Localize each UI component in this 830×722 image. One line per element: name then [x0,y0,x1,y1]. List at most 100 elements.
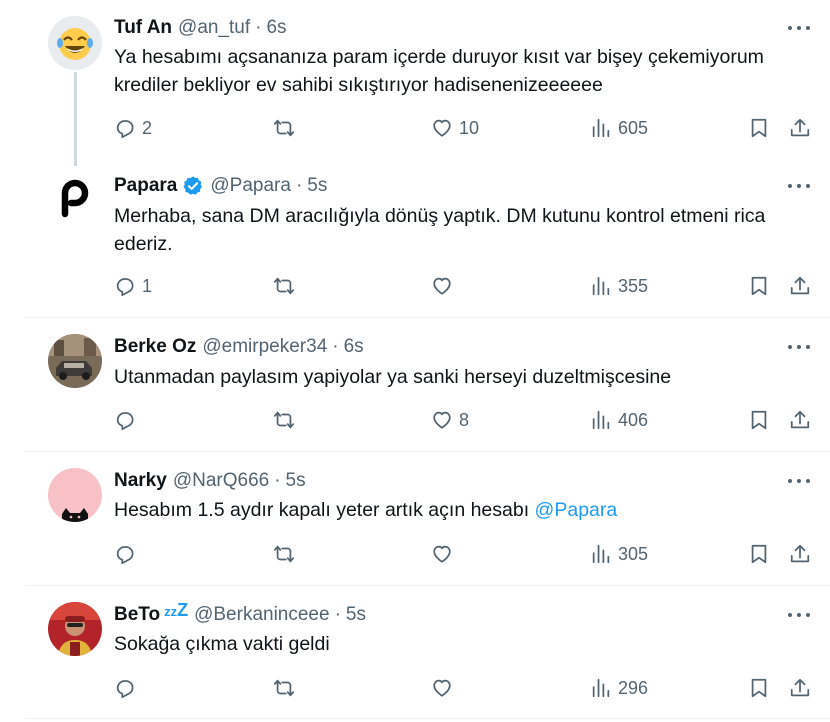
user-handle[interactable]: @Papara [210,175,291,197]
tweet-header: Berke Oz @emirpeker34 · 6s [114,335,364,359]
bookmark-button[interactable] [748,271,770,301]
like-count: 8 [459,409,470,430]
user-avatar[interactable] [48,334,102,388]
more-dots-icon [788,613,792,617]
pink-cat-icon [48,468,102,522]
views-button[interactable]: 355 [590,271,648,301]
bookmark-icon [751,410,767,430]
more-options-button[interactable] [788,182,810,190]
timestamp[interactable]: 5s [286,470,306,492]
views-chart-icon [592,678,610,698]
separator-dot: · [332,336,339,357]
mention-link[interactable]: @Papara [535,499,618,521]
view-count: 406 [618,409,649,430]
user-handle[interactable]: @Berkaninceee [194,604,329,626]
bookmark-icon [751,118,767,138]
share-button[interactable] [789,539,811,569]
reply-button[interactable]: 1 [114,271,152,301]
heart-icon [433,277,451,295]
display-name[interactable]: Narky [114,470,167,492]
like-button[interactable] [431,271,459,301]
bookmark-icon [751,678,767,698]
reply-icon [116,412,134,431]
tweet-text: Hesabım 1.5 aydır kapalı yeter artık açı… [114,496,814,524]
more-options-button[interactable] [788,343,810,351]
reply-button[interactable] [114,539,142,569]
views-button[interactable]: 605 [590,113,648,143]
tweet[interactable]: Narky @NarQ666 · 5s Hesabım 1.5 aydır ka… [0,452,830,585]
retweet-button[interactable] [273,539,301,569]
share-button[interactable] [789,673,811,703]
like-button[interactable]: 10 [431,113,479,143]
display-name[interactable]: BeTo [114,604,160,626]
reply-icon [116,546,134,565]
like-button[interactable]: 8 [431,405,469,435]
tweet-text-body: Hesabım 1.5 aydır kapalı yeter artık açı… [114,499,535,521]
views-button[interactable]: 296 [590,673,648,703]
user-handle[interactable]: @emirpeker34 [202,336,327,358]
bookmark-button[interactable] [748,673,770,703]
user-avatar[interactable] [48,174,102,228]
like-button[interactable] [431,539,459,569]
tweet[interactable]: Papara @Papara · 5s Merhaba, sana DM ara… [0,160,830,317]
tweet-actions: 296 [0,673,830,703]
retweet-button[interactable] [273,113,301,143]
more-options-button[interactable] [788,477,810,485]
retweet-button[interactable] [273,405,301,435]
user-handle[interactable]: @NarQ666 [173,470,269,492]
display-name[interactable]: Berke Oz [114,336,196,358]
display-name[interactable]: Papara [114,175,177,197]
more-dots-icon [788,345,792,349]
timestamp[interactable]: 6s [344,336,364,358]
share-button[interactable] [789,113,811,143]
bookmark-button[interactable] [748,405,770,435]
view-count: 305 [618,543,649,564]
reply-count: 2 [142,117,153,138]
tweet-header: Narky @NarQ666 · 5s [114,469,306,493]
timestamp[interactable]: 5s [307,175,327,197]
user-avatar[interactable] [48,16,102,70]
heart-icon [433,545,451,563]
retweet-button[interactable] [273,673,301,703]
more-options-button[interactable] [788,611,810,619]
views-button[interactable]: 406 [590,405,648,435]
like-button[interactable] [431,673,459,703]
tweet-actions: 2 10 605 [0,113,830,143]
views-button[interactable]: 305 [590,539,648,569]
bookmark-icon [751,544,767,564]
bookmark-icon [751,276,767,296]
person-photo-icon [48,602,102,656]
bookmark-button[interactable] [748,539,770,569]
user-handle[interactable]: @an_tuf [178,17,250,39]
share-icon [790,544,810,563]
share-button[interactable] [789,271,811,301]
tweet-header: Tuf An @an_tuf · 6s [114,16,287,40]
display-name[interactable]: Tuf An [114,17,172,39]
tweet[interactable]: Tuf An @an_tuf · 6s Ya hesabımı açsananı… [0,0,830,166]
reply-button[interactable] [114,405,142,435]
timestamp[interactable]: 6s [266,17,286,39]
tweet-actions: 8 406 [0,405,830,435]
views-chart-icon [592,276,610,296]
tweet[interactable]: BeTo zzZ @Berkaninceee · 5s Sokağa çıkma… [0,586,830,722]
separator-dot: · [255,17,262,38]
more-options-button[interactable] [788,24,810,32]
bookmark-button[interactable] [748,113,770,143]
reply-button[interactable] [114,673,142,703]
share-button[interactable] [789,405,811,435]
timestamp[interactable]: 5s [346,604,366,626]
reply-button[interactable]: 2 [114,113,152,143]
reply-icon [116,680,134,699]
separator-dot: · [274,470,281,491]
retweet-button[interactable] [273,271,301,301]
user-avatar[interactable] [48,602,102,656]
user-avatar[interactable] [48,468,102,522]
view-count: 296 [618,677,649,698]
tweet-text: Utanmadan paylasım yapiyolar ya sanki he… [114,366,672,388]
tweet[interactable]: Berke Oz @emirpeker34 · 6s Utanmadan pay… [0,318,830,451]
share-icon [790,410,810,429]
sleeping-zzz-icon: zzZ [164,599,189,620]
heart-icon [433,679,451,697]
share-icon [790,118,810,137]
tweet-text: Merhaba, sana DM aracılığıyla dönüş yapt… [114,205,766,255]
